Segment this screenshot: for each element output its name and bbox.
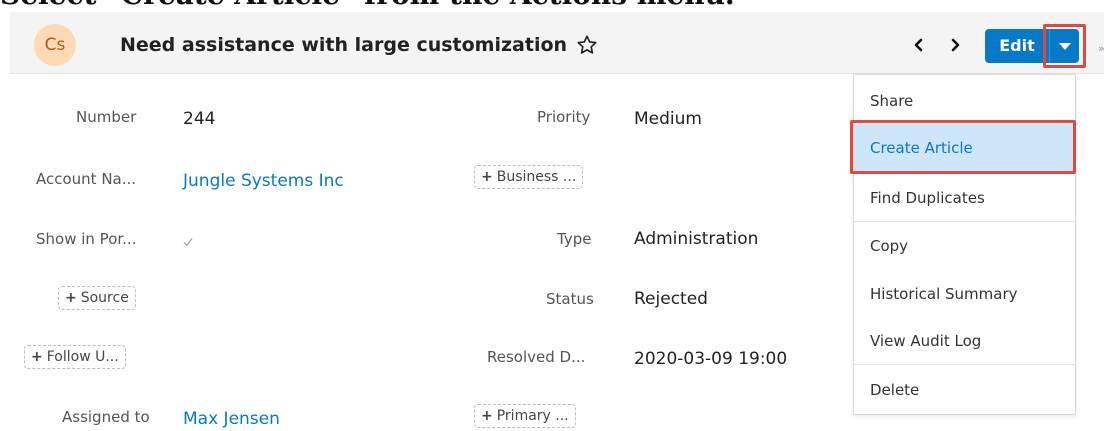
primary-pill-label: Primary ... [496,408,569,424]
add-business-center-button[interactable]: + Business ... [474,165,584,189]
menu-item-share[interactable]: Share [854,77,1075,125]
star-icon[interactable] [576,34,598,56]
menu-item-historical-summary[interactable]: Historical Summary [854,270,1075,318]
record-header: Cs Need assistance with large customizat… [10,12,1104,74]
status-label: Status [546,290,594,308]
checkmark-icon[interactable] [181,235,195,249]
account-name-label: Account Na... [36,170,137,188]
page-title: Need assistance with large customization [120,34,568,56]
type-value: Administration [634,229,759,249]
type-label: Type [557,230,592,248]
resolved-date-label: Resolved D... [487,348,586,366]
avatar: Cs [34,24,76,66]
menu-item-view-audit-log[interactable]: View Audit Log [854,317,1075,365]
assigned-to-label: Assigned to [62,408,150,426]
account-name-link[interactable]: Jungle Systems Inc [183,171,344,191]
double-chevron-right-icon[interactable]: » [1098,42,1104,55]
instruction-caption: Select "Create Article" from the Actions… [0,0,1104,12]
menu-item-find-duplicates[interactable]: Find Duplicates [854,174,1075,222]
chevron-right-icon[interactable] [946,36,964,54]
assigned-to-link[interactable]: Max Jensen [183,409,280,429]
show-in-portal-label: Show in Por... [36,230,137,248]
priority-label: Priority [537,108,591,126]
resolved-date-value: 2020-03-09 19:00 [634,349,788,369]
menu-item-copy[interactable]: Copy [854,222,1075,270]
number-label: Number [76,108,137,126]
add-primary-contact-button[interactable]: + Primary ... [474,404,576,428]
create-article-highlight [850,120,1076,174]
status-value: Rejected [634,289,708,309]
business-pill-label: Business ... [496,169,577,185]
priority-value: Medium [634,109,702,129]
actions-button-highlight [1043,24,1086,68]
plus-icon: + [65,290,77,306]
plus-icon: + [31,349,43,365]
number-value: 244 [183,109,216,129]
add-source-button[interactable]: + Source [58,286,136,310]
menu-item-delete[interactable]: Delete [854,366,1075,414]
edit-button[interactable]: Edit [985,29,1049,63]
plus-icon: + [481,169,493,185]
follow-up-pill-label: Follow U... [46,349,119,365]
source-pill-label: Source [80,290,129,306]
chevron-left-icon[interactable] [910,36,928,54]
plus-icon: + [481,408,493,424]
add-follow-up-button[interactable]: + Follow U... [24,345,126,369]
